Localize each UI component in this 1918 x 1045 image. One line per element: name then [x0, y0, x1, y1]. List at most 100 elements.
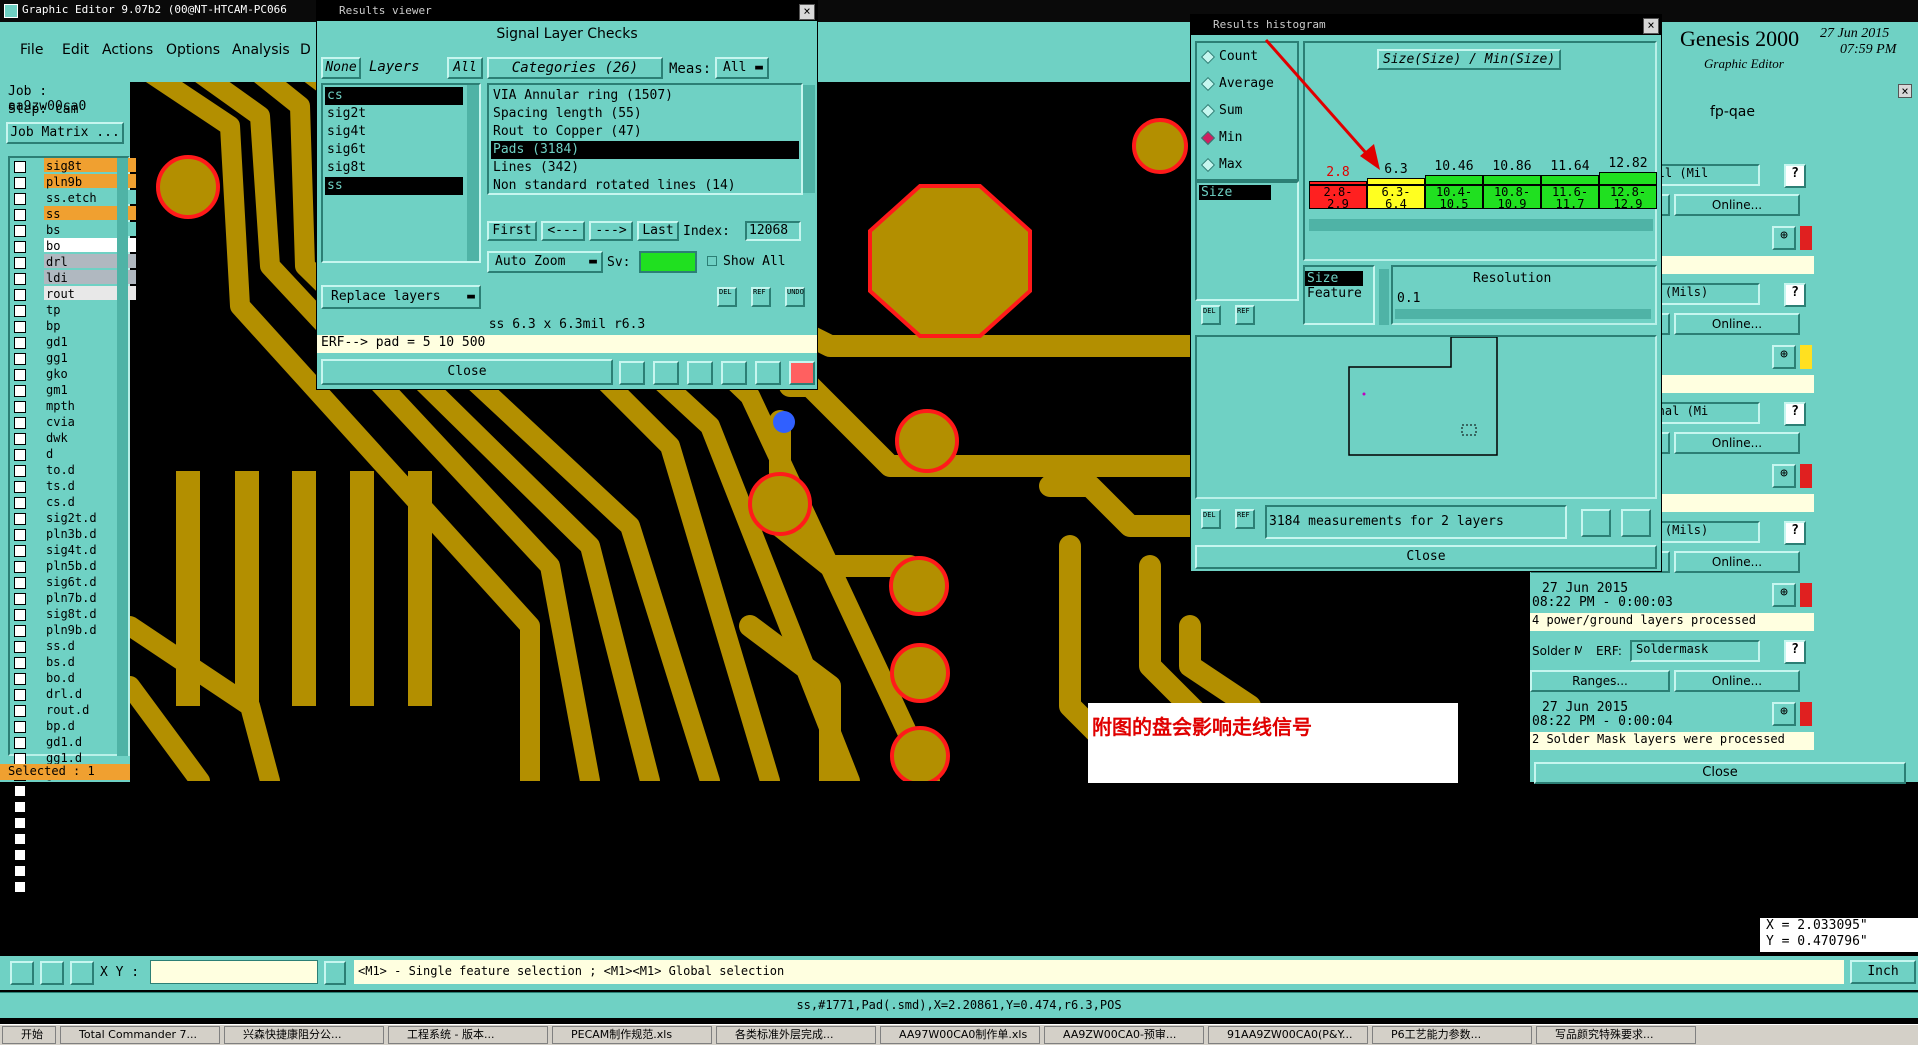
layer-checkbox[interactable]	[14, 513, 26, 525]
results-viewer-close-icon[interactable]: ×	[799, 4, 815, 20]
layer-row[interactable]: to.d	[10, 462, 128, 478]
layer-name[interactable]: sxx	[44, 814, 136, 829]
layer-checkbox[interactable]	[14, 497, 26, 509]
layer-checkbox[interactable]	[14, 177, 26, 189]
layer-checkbox[interactable]	[14, 417, 26, 429]
online-button[interactable]: Online...	[1674, 551, 1800, 573]
alert-icon[interactable]	[1800, 464, 1812, 488]
radio-icon[interactable]	[1200, 157, 1216, 173]
layer-checkbox[interactable]	[14, 369, 26, 381]
layer-row[interactable]: bs	[10, 222, 136, 238]
layer-checkbox[interactable]	[14, 273, 26, 285]
replace-layers-select[interactable]: Replace layers ▬	[321, 285, 481, 309]
layer-checkbox[interactable]	[14, 433, 26, 445]
layer-row[interactable]: ss.d	[10, 638, 128, 654]
layer-checkbox[interactable]	[14, 193, 26, 205]
category-item[interactable]: Non standard rotated lines (14)	[491, 177, 799, 195]
del-icon[interactable]: DEL	[717, 287, 737, 307]
last-button[interactable]: Last	[637, 221, 679, 241]
layer-row[interactable]: gd1.d	[10, 734, 128, 750]
layer-checkbox[interactable]	[14, 465, 26, 477]
resolution-slider-track[interactable]	[1379, 269, 1389, 325]
taskbar-item[interactable]: Total Commander 7...	[60, 1026, 220, 1044]
results-viewer-close-button[interactable]: Close	[321, 359, 613, 385]
checklist-close-button[interactable]: Close	[1534, 762, 1906, 784]
layer-row[interactable]: ldi	[10, 270, 136, 286]
layer-row[interactable]: gm1	[10, 382, 128, 398]
layer-row[interactable]: tp.d	[10, 798, 128, 814]
help-icon[interactable]: ?	[1784, 521, 1806, 545]
layer-row[interactable]: drl	[10, 254, 136, 270]
screen-capture-icon[interactable]	[1621, 509, 1651, 537]
bin-range-label[interactable]: 2.8- 2.9	[1309, 185, 1367, 210]
histogram-scrollbar[interactable]	[1309, 219, 1653, 231]
menu-d[interactable]: D	[300, 42, 311, 58]
sv-color-select[interactable]	[639, 251, 697, 273]
taskbar-item[interactable]: AA9ZW00CA0-预审...	[1044, 1026, 1204, 1044]
layer-row[interactable]: gg1	[10, 350, 128, 366]
attribute-size[interactable]: Size	[1199, 185, 1271, 200]
checklist-close-icon[interactable]: ×	[1898, 84, 1912, 98]
taskbar-item[interactable]: 91AA9ZW00CA0(P&Y...	[1208, 1026, 1368, 1044]
layer-checkbox[interactable]	[14, 849, 26, 861]
layer-scrollbar[interactable]	[117, 158, 128, 756]
hist-ref-icon[interactable]: REF	[1235, 305, 1255, 325]
layer-name[interactable]: vfrr	[44, 830, 136, 845]
layer-row[interactable]: dwk	[10, 430, 128, 446]
result-layer-item[interactable]: cs	[325, 87, 463, 105]
online-button[interactable]: Online...	[1674, 670, 1800, 692]
grid-icon[interactable]	[70, 961, 94, 985]
layer-checkbox[interactable]	[14, 337, 26, 349]
layer-checkbox[interactable]	[14, 353, 26, 365]
layer-checkbox[interactable]	[14, 833, 26, 845]
histogram-bar[interactable]	[1599, 172, 1657, 185]
magnify-icon[interactable]: ⊕	[1772, 226, 1796, 250]
alert-icon[interactable]	[1800, 702, 1812, 726]
layer-row[interactable]: rout	[10, 286, 136, 302]
taskbar-item[interactable]: P6工艺能力参数...	[1372, 1026, 1532, 1044]
layer-checkbox[interactable]	[14, 737, 26, 749]
layer-checkbox[interactable]	[14, 481, 26, 493]
layer-row[interactable]: vfrr112	[10, 878, 128, 894]
measure-tool-icon[interactable]	[40, 961, 64, 985]
layer-row[interactable]: gd1	[10, 334, 128, 350]
layer-name[interactable]: gm1.d	[44, 782, 136, 797]
layer-checkbox[interactable]	[14, 689, 26, 701]
online-button[interactable]: Online...	[1674, 432, 1800, 454]
layer-row[interactable]: pln5b.d	[10, 558, 128, 574]
magnify-icon[interactable]: ⊕	[1772, 464, 1796, 488]
list-icon[interactable]	[755, 361, 781, 385]
histogram-icon[interactable]	[789, 361, 815, 385]
menu-actions[interactable]: Actions	[102, 42, 153, 58]
categories-list[interactable]: VIA Annular ring (1507) Spacing length (5…	[487, 83, 803, 195]
layer-row[interactable]: gko	[10, 366, 128, 382]
layer-row[interactable]: sig2t.d	[10, 510, 128, 526]
layer-checkbox[interactable]	[14, 881, 26, 893]
menu-options[interactable]: Options	[166, 42, 220, 58]
resolution-slider[interactable]	[1395, 309, 1651, 319]
categories-scrollbar[interactable]	[803, 85, 815, 193]
layers-all-button[interactable]: All	[447, 57, 483, 79]
bin-range-label[interactable]: 11.6- 11.7	[1541, 185, 1599, 210]
result-layer-item[interactable]: sig6t	[325, 141, 463, 159]
layer-checkbox[interactable]	[14, 705, 26, 717]
taskbar-item[interactable]: 写品颜究特殊要求...	[1536, 1026, 1696, 1044]
ref-icon[interactable]: REF	[751, 287, 771, 307]
highlight-icon[interactable]	[653, 361, 679, 385]
layer-row[interactable]: rout.d	[10, 702, 128, 718]
magnify-icon[interactable]: ⊕	[1772, 583, 1796, 607]
layer-checkbox[interactable]	[14, 385, 26, 397]
radio-icon[interactable]	[1200, 76, 1216, 92]
radio-icon[interactable]	[1200, 130, 1216, 146]
check-name[interactable]: Solder Mask Ch	[1532, 644, 1582, 658]
layer-checkbox[interactable]	[14, 401, 26, 413]
layer-row[interactable]: sig4t.d	[10, 542, 128, 558]
layer-checkbox[interactable]	[14, 209, 26, 221]
help-icon[interactable]: ?	[1784, 283, 1806, 307]
start-button[interactable]: 开始	[2, 1026, 56, 1044]
xy-input[interactable]	[150, 960, 318, 984]
erf-value[interactable]: Soldermask	[1630, 640, 1760, 662]
layer-checkbox[interactable]	[14, 801, 26, 813]
layer-checkbox[interactable]	[14, 785, 26, 797]
export-icon[interactable]	[1581, 509, 1611, 537]
